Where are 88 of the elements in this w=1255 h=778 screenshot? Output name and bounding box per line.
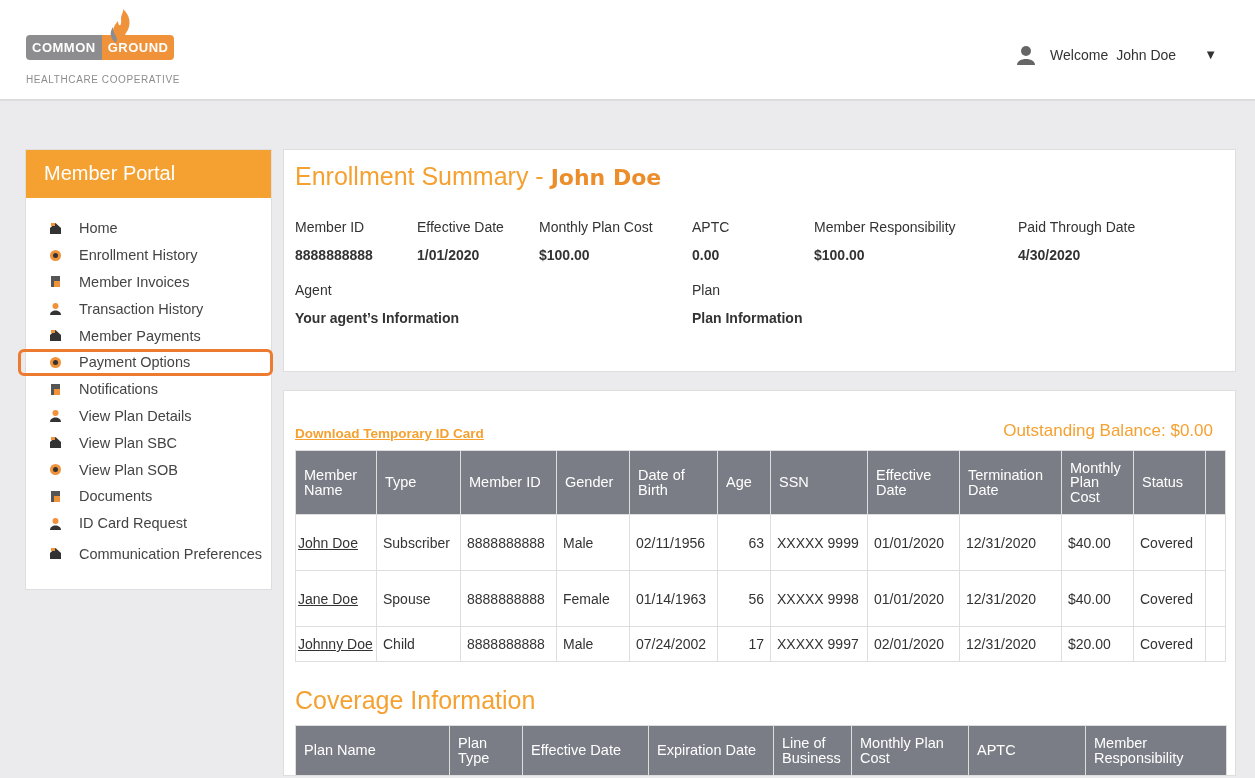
summary-title: Enrollment Summary - John Doe bbox=[295, 162, 663, 191]
table-cell: 8888888888 bbox=[460, 514, 557, 571]
caret-icon[interactable]: ▼ bbox=[1204, 47, 1217, 62]
table-cell: Spouse bbox=[376, 570, 461, 627]
column-header: Type bbox=[376, 450, 461, 515]
column-header: Date of Birth bbox=[629, 450, 718, 515]
sidebar-item[interactable]: ID Card Request bbox=[18, 509, 273, 537]
column-header: Member Name bbox=[295, 450, 377, 515]
column-header: Effective Date bbox=[522, 725, 649, 775]
field-value: $100.00 bbox=[539, 247, 591, 263]
table-cell: Child bbox=[376, 626, 461, 662]
field-value: Your agent’s Information bbox=[295, 310, 461, 326]
table-cell: 12/31/2020 bbox=[959, 626, 1062, 662]
sidebar-item[interactable]: Communication Preferences bbox=[18, 536, 273, 571]
column-header: Effective Date bbox=[867, 450, 960, 515]
table-cell: $40.00 bbox=[1061, 514, 1134, 571]
table-cell: 01/01/2020 bbox=[867, 570, 960, 627]
outstanding-balance: Outstanding Balance: $0.00 bbox=[1003, 421, 1213, 441]
table-cell: Subscriber bbox=[376, 514, 461, 571]
field-label: APTC bbox=[692, 219, 731, 235]
table-cell: 8888888888 bbox=[460, 570, 557, 627]
table-cell: 07/24/2002 bbox=[629, 626, 718, 662]
sidebar-item[interactable]: Documents bbox=[18, 482, 273, 510]
table-cell: $40.00 bbox=[1061, 570, 1134, 627]
column-header: Expiration Date bbox=[648, 725, 774, 775]
column-header: APTC bbox=[968, 725, 1086, 775]
column-header: Status bbox=[1133, 450, 1206, 515]
sidebar-item[interactable]: Home bbox=[18, 215, 273, 242]
column-header: Member ID bbox=[460, 450, 557, 515]
column-header: Termination Date bbox=[959, 450, 1062, 515]
table-cell: 56 bbox=[717, 570, 771, 627]
logo-tagline: HEALTHCARE COOPERATIVE bbox=[26, 73, 181, 85]
table-cell: 01/01/2020 bbox=[867, 514, 960, 571]
sidebar-item[interactable]: Notifications bbox=[18, 375, 273, 403]
field-value: 1/01/2020 bbox=[417, 247, 481, 263]
sidebar-item[interactable]: Member Payments bbox=[18, 322, 273, 349]
sidebar-item[interactable]: Enrollment History bbox=[18, 241, 273, 269]
field-label: Member ID bbox=[295, 219, 366, 235]
field-label: Paid Through Date bbox=[1018, 219, 1137, 235]
sidebar-item[interactable]: Member Invoices bbox=[18, 268, 273, 296]
table-cell: Female bbox=[556, 570, 630, 627]
table-cell: 17 bbox=[717, 626, 771, 662]
table-cell: 8888888888 bbox=[460, 626, 557, 662]
field-label: Monthly Plan Cost bbox=[539, 219, 654, 235]
field-value: $100.00 bbox=[814, 247, 866, 263]
sidebar-item[interactable]: View Plan Details bbox=[18, 402, 273, 430]
column-header: Member Responsibility bbox=[1085, 725, 1227, 775]
logo-word: COMMON bbox=[26, 34, 102, 60]
field-label: Plan bbox=[692, 282, 722, 298]
sidebar-item[interactable]: Payment Options bbox=[18, 349, 273, 376]
sidebar-item[interactable]: Transaction History bbox=[18, 295, 273, 323]
field-value: 8888888888 bbox=[295, 247, 374, 263]
table-cell: 02/01/2020 bbox=[867, 626, 960, 662]
sidebar-item[interactable]: View Plan SOB bbox=[18, 456, 273, 483]
field-label: Member Responsibility bbox=[814, 219, 957, 235]
table-cell: 12/31/2020 bbox=[959, 570, 1062, 627]
field-value: 0.00 bbox=[692, 247, 721, 263]
sidebar-title: Member Portal bbox=[26, 150, 271, 198]
table-cell: 01/14/1963 bbox=[629, 570, 718, 627]
sidebar-item[interactable]: View Plan SBC bbox=[18, 429, 273, 457]
column-header: Monthly Plan Cost bbox=[1061, 450, 1134, 515]
table-cell: $20.00 bbox=[1061, 626, 1134, 662]
field-label: Agent bbox=[295, 282, 333, 298]
table-cell: 02/11/1956 bbox=[629, 514, 718, 571]
column-header: Plan Type bbox=[449, 725, 523, 775]
column-header: Plan Name bbox=[295, 725, 450, 775]
table-cell: 12/31/2020 bbox=[959, 514, 1062, 571]
column-header: Monthly Plan Cost bbox=[851, 725, 969, 775]
table-cell: 63 bbox=[717, 514, 771, 571]
table-cell: Male bbox=[556, 626, 630, 662]
section-title: Coverage Information bbox=[295, 686, 537, 715]
user-name[interactable]: John Doe bbox=[1116, 46, 1177, 63]
user-icon bbox=[1016, 44, 1037, 65]
column-header: Line of Business bbox=[773, 725, 852, 775]
column-header: Gender bbox=[556, 450, 630, 515]
welcome-text: Welcome bbox=[1050, 46, 1109, 63]
field-value: Plan Information bbox=[692, 310, 803, 326]
table-cell: Covered bbox=[1133, 626, 1206, 662]
table-cell: Covered bbox=[1133, 514, 1206, 571]
column-header: Age bbox=[717, 450, 771, 515]
field-value: 4/30/2020 bbox=[1018, 247, 1082, 263]
table-cell: XXXXX 9998 bbox=[770, 570, 868, 627]
table-cell: Covered bbox=[1133, 570, 1206, 627]
table-cell: XXXXX 9999 bbox=[770, 514, 868, 571]
column-header: SSN bbox=[770, 450, 868, 515]
table-cell: Male bbox=[556, 514, 630, 571]
field-label: Effective Date bbox=[417, 219, 505, 235]
table-cell: XXXXX 9997 bbox=[770, 626, 868, 662]
